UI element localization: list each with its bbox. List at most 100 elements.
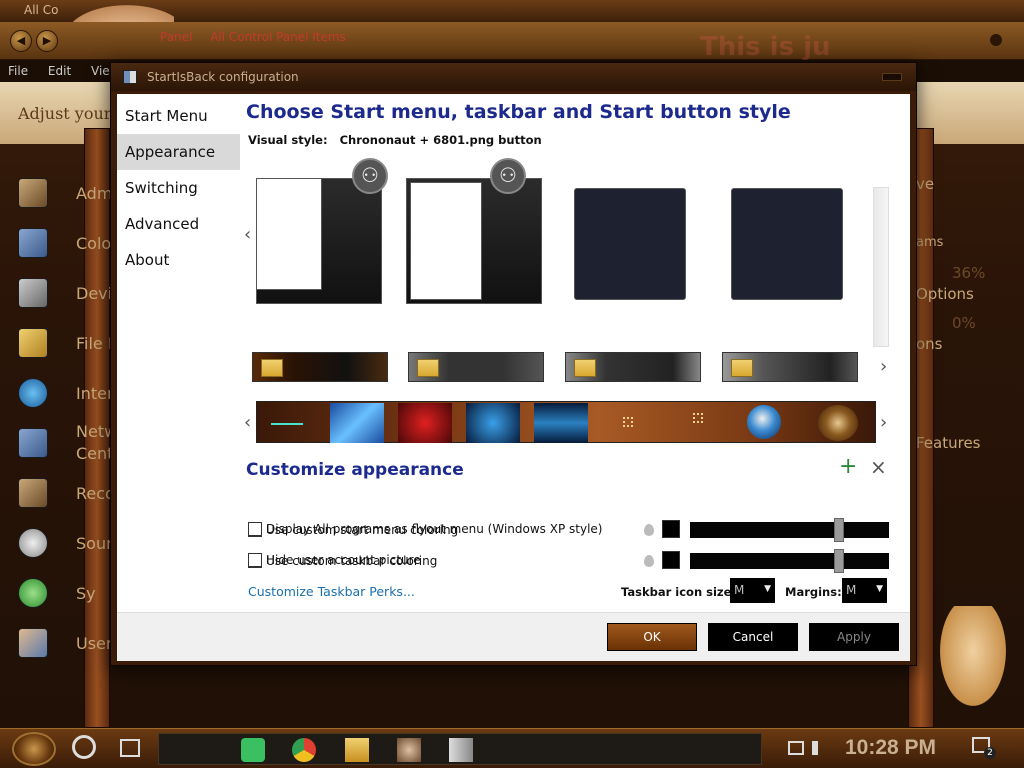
folder-icon xyxy=(731,359,753,377)
select-value: M xyxy=(734,583,745,597)
chrome-icon[interactable] xyxy=(292,738,316,762)
windows-logo-icon[interactable] xyxy=(617,403,637,443)
user-accounts-icon xyxy=(18,628,48,658)
chevron-left-icon[interactable]: ‹ xyxy=(244,412,251,433)
apply-button[interactable]: Apply xyxy=(809,623,899,651)
menu-edit[interactable]: Edit xyxy=(40,60,79,82)
cp-item[interactable]: Intern xyxy=(18,373,123,413)
background-text: 36% xyxy=(952,264,986,282)
start-button-style-1[interactable] xyxy=(267,403,307,443)
chevron-right-icon[interactable]: › xyxy=(880,356,887,377)
user-avatar-icon: ⚇ xyxy=(352,158,388,194)
sidebar-item-about[interactable]: About xyxy=(117,242,240,278)
slider-thumb[interactable] xyxy=(834,518,844,542)
line-glyph-icon xyxy=(271,423,303,425)
sidebar-item-start-menu[interactable]: Start Menu xyxy=(117,98,240,134)
window-icon[interactable] xyxy=(449,738,473,762)
background-text: Options xyxy=(916,285,974,303)
background-text: 0% xyxy=(952,314,976,332)
start-menu-left-pane xyxy=(256,178,322,290)
search-icon[interactable] xyxy=(72,735,96,759)
folder-icon xyxy=(417,359,439,377)
folder-icon xyxy=(574,359,596,377)
ok-button[interactable]: OK xyxy=(607,623,697,651)
sidebar-item-switching[interactable]: Switching xyxy=(117,170,240,206)
device-manager-icon xyxy=(18,278,48,308)
option-hide-user-picture[interactable]: Hide user account picture xyxy=(248,551,421,569)
background-text: ve xyxy=(916,175,935,193)
sidebar-item-advanced[interactable]: Advanced xyxy=(117,206,240,242)
start-button-style-5[interactable] xyxy=(534,403,588,443)
start-button-style-3[interactable] xyxy=(398,403,452,443)
app-icon[interactable] xyxy=(397,738,421,762)
cp-item[interactable]: Sy xyxy=(18,573,96,613)
start-menu-style-1[interactable]: ⚇ xyxy=(256,158,388,304)
breadcrumb-item[interactable]: All Control Panel Items xyxy=(210,30,346,44)
background-text: ams xyxy=(916,235,944,250)
taskbar-style-1[interactable] xyxy=(252,352,388,382)
folder-icon xyxy=(261,359,283,377)
background-title: All Co xyxy=(24,3,59,17)
watermark: This is ju xyxy=(700,32,831,62)
cp-item[interactable]: Color xyxy=(18,223,118,263)
taskbar-style-4[interactable] xyxy=(722,352,858,382)
file-explorer-icon[interactable] xyxy=(345,738,369,762)
customize-taskbar-perks-link[interactable]: Customize Taskbar Perks... xyxy=(248,584,415,599)
clock[interactable]: 10:28 PM xyxy=(845,736,936,760)
start-menu-style-4[interactable] xyxy=(731,188,843,300)
taskbar-color-swatch[interactable] xyxy=(662,551,680,569)
visual-style-value: Chrononaut + 6801.png button xyxy=(339,133,542,147)
close-button[interactable] xyxy=(882,73,902,81)
option-all-programs-flyout-row[interactable]: Display All programs as flyout menu (Win… xyxy=(248,520,602,538)
start-button-style-4[interactable] xyxy=(466,403,520,443)
hamster-sticker xyxy=(940,606,1006,706)
customize-heading: Customize appearance xyxy=(246,460,464,480)
start-button[interactable] xyxy=(12,732,56,766)
taskbar-opacity-slider[interactable] xyxy=(690,549,889,573)
cancel-button[interactable]: Cancel xyxy=(708,623,798,651)
taskbar-style-2[interactable] xyxy=(408,352,544,382)
network-tray-icon[interactable] xyxy=(788,741,804,755)
green-notes-icon[interactable] xyxy=(241,738,265,762)
styles-scroll-strip[interactable] xyxy=(873,187,889,347)
refresh-icon[interactable] xyxy=(990,34,1002,46)
start-menu-style-2[interactable]: ⚇ xyxy=(406,158,542,304)
taskbar-icon-size-select[interactable]: M ▼ xyxy=(730,578,775,603)
sidebar-item-appearance[interactable]: Appearance xyxy=(117,134,240,170)
chevron-left-icon[interactable]: ‹ xyxy=(244,224,251,245)
margins-select[interactable]: M ▼ xyxy=(842,578,887,603)
menu-file[interactable]: File xyxy=(0,60,36,82)
task-view-icon[interactable] xyxy=(120,739,140,757)
volume-muted-icon[interactable] xyxy=(812,741,828,755)
start-menu-left-pane xyxy=(410,182,482,300)
start-menu-color-swatch[interactable] xyxy=(662,520,680,538)
start-menu-opacity-slider[interactable] xyxy=(690,518,889,542)
close-icon[interactable]: × xyxy=(870,455,887,479)
page-title: Choose Start menu, taskbar and Start but… xyxy=(246,101,791,123)
checkbox[interactable] xyxy=(248,553,262,567)
dialog-titlebar[interactable]: StartIsBack configuration xyxy=(111,63,916,91)
start-button-style-2[interactable] xyxy=(330,403,384,443)
taskbar-style-3[interactable] xyxy=(565,352,701,382)
add-icon[interactable]: + xyxy=(839,454,857,479)
cp-item[interactable]: File H xyxy=(18,323,120,363)
chevron-right-icon[interactable]: › xyxy=(880,412,887,433)
slider-thumb[interactable] xyxy=(834,549,844,573)
windows-logo-icon[interactable] xyxy=(687,403,707,443)
cp-item[interactable]: Soun xyxy=(18,523,116,563)
opacity-drop-icon xyxy=(644,524,654,536)
breadcrumb-item[interactable]: Panel xyxy=(160,30,192,44)
steampunk-gear-orb-icon[interactable] xyxy=(818,405,858,441)
file-history-icon xyxy=(18,328,48,358)
cp-item[interactable]: User xyxy=(18,623,112,663)
windows-grid-glyph xyxy=(693,413,703,423)
start-menu-style-3[interactable] xyxy=(574,188,686,300)
dropdown-caret-icon: ▼ xyxy=(764,584,771,594)
background-text: ons xyxy=(916,335,943,353)
back-icon[interactable]: ◀ xyxy=(10,30,32,52)
select-value: M xyxy=(846,583,857,597)
background-text: Features xyxy=(916,434,981,452)
checkbox[interactable] xyxy=(248,522,262,536)
windows7-orb-icon[interactable] xyxy=(747,405,781,439)
forward-icon[interactable]: ▶ xyxy=(36,30,58,52)
